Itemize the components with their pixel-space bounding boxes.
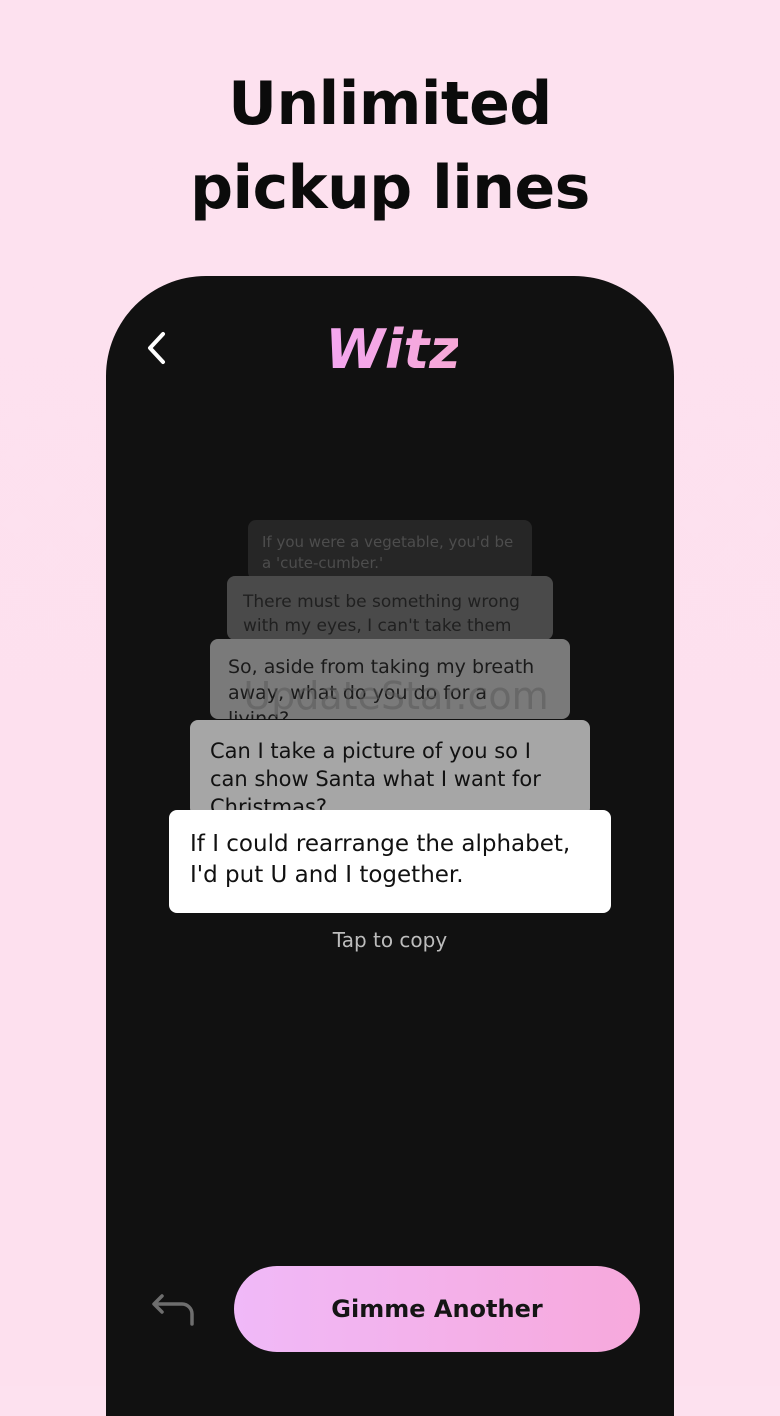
- phone-screen: Witz If you were a vegetable, you'd be a…: [106, 276, 674, 1416]
- witz-logo: Witz: [328, 318, 458, 381]
- headline: Unlimited pickup lines: [0, 62, 780, 230]
- logo-text: Witz: [328, 318, 458, 381]
- pickup-card-current[interactable]: If I could rearrange the alphabet, I'd p…: [169, 810, 611, 913]
- gimme-another-button[interactable]: Gimme Another: [234, 1266, 640, 1352]
- headline-line-1: Unlimited: [228, 69, 552, 139]
- pickup-card-back-3: There must be something wrong with my ey…: [227, 576, 553, 640]
- pickup-card-back-1: Can I take a picture of you so I can sho…: [190, 720, 590, 816]
- headline-line-2: pickup lines: [190, 153, 590, 223]
- chevron-left-icon[interactable]: [142, 328, 172, 368]
- undo-arrow-icon[interactable]: [150, 1290, 198, 1330]
- pickup-card-back-4: If you were a vegetable, you'd be a 'cut…: [248, 520, 532, 580]
- tap-to-copy-hint: Tap to copy: [332, 928, 448, 952]
- pickup-card-back-2: So, aside from taking my breath away, wh…: [210, 639, 570, 719]
